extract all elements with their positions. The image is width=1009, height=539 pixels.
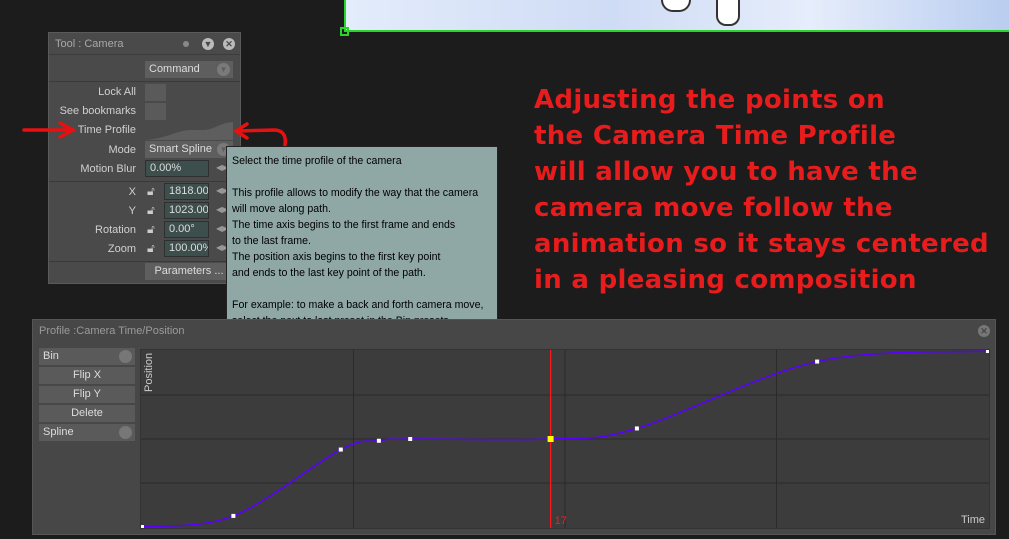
chevron-down-icon [119, 350, 132, 363]
y-field[interactable]: 1023.00 [164, 202, 209, 219]
zoom-label: Zoom [107, 243, 136, 255]
motion-blur-label: Motion Blur [80, 163, 136, 175]
zoom-field[interactable]: 100.00% [164, 240, 209, 257]
key-point[interactable] [338, 447, 343, 452]
annotation-line: in a pleasing composition [534, 265, 917, 295]
x-label: X [128, 186, 136, 198]
key-point[interactable] [547, 436, 554, 442]
key-point[interactable] [986, 350, 989, 353]
sketch-foot [661, 0, 691, 12]
spline-label: Spline [43, 426, 74, 438]
profile-title: Profile :Camera Time/Position [39, 325, 185, 337]
flip-y-button[interactable]: Flip Y [39, 386, 135, 403]
annotation-line: Adjusting the points on [534, 85, 885, 115]
motion-blur-field[interactable]: 0.00% [145, 160, 209, 177]
x-field[interactable]: 1818.00 [164, 183, 209, 200]
annotation-line: camera move follow the [534, 193, 893, 223]
key-point[interactable] [376, 438, 381, 443]
bin-dropdown[interactable]: Bin [39, 348, 135, 365]
profile-panel: Profile :Camera Time/Position ✕ Bin Flip… [32, 319, 996, 535]
lock-icon[interactable]: 🔓︎ [147, 203, 155, 218]
red-arrow-icon [22, 121, 77, 139]
profile-chart[interactable] [141, 350, 989, 528]
red-arrow-icon [232, 122, 288, 147]
chevron-down-icon [119, 426, 132, 439]
key-point[interactable] [408, 437, 413, 441]
close-icon[interactable]: ✕ [978, 325, 990, 337]
profile-graph[interactable]: Position Time 17 [140, 349, 990, 529]
annotation-text: Adjusting the points on the Camera Time … [534, 82, 989, 298]
lock-icon[interactable]: 🔓︎ [147, 222, 155, 237]
canvas-image [344, 0, 1009, 32]
key-point[interactable] [231, 513, 236, 518]
annotation-line: will allow you to have the [534, 157, 918, 187]
y-axis-label: Position [143, 352, 155, 392]
key-point[interactable] [141, 525, 144, 528]
spline-dropdown[interactable]: Spline [39, 424, 135, 441]
lock-icon[interactable]: 🔓︎ [147, 184, 155, 199]
annotation-arrows [22, 121, 288, 147]
flip-x-button[interactable]: Flip X [39, 367, 135, 384]
key-point[interactable] [634, 426, 639, 431]
bin-label: Bin [43, 350, 59, 362]
time-profile-tooltip: Select the time profile of the camera Th… [226, 146, 498, 327]
annotation-line: animation so it stays centered [534, 229, 989, 259]
rotation-field[interactable]: 0.00° [164, 221, 209, 238]
sketch-foot [716, 0, 740, 26]
delete-button[interactable]: Delete [39, 405, 135, 422]
playhead-label: 17 [554, 515, 567, 527]
lock-icon[interactable]: 🔓︎ [147, 241, 155, 256]
x-axis-label: Time [960, 514, 985, 526]
y-label: Y [128, 205, 136, 217]
annotation-line: the Camera Time Profile [534, 121, 897, 151]
rotation-label: Rotation [95, 224, 136, 236]
key-point[interactable] [815, 359, 820, 364]
parameters-button[interactable]: Parameters ... [145, 263, 233, 280]
canvas-corner-handle[interactable] [340, 27, 349, 36]
